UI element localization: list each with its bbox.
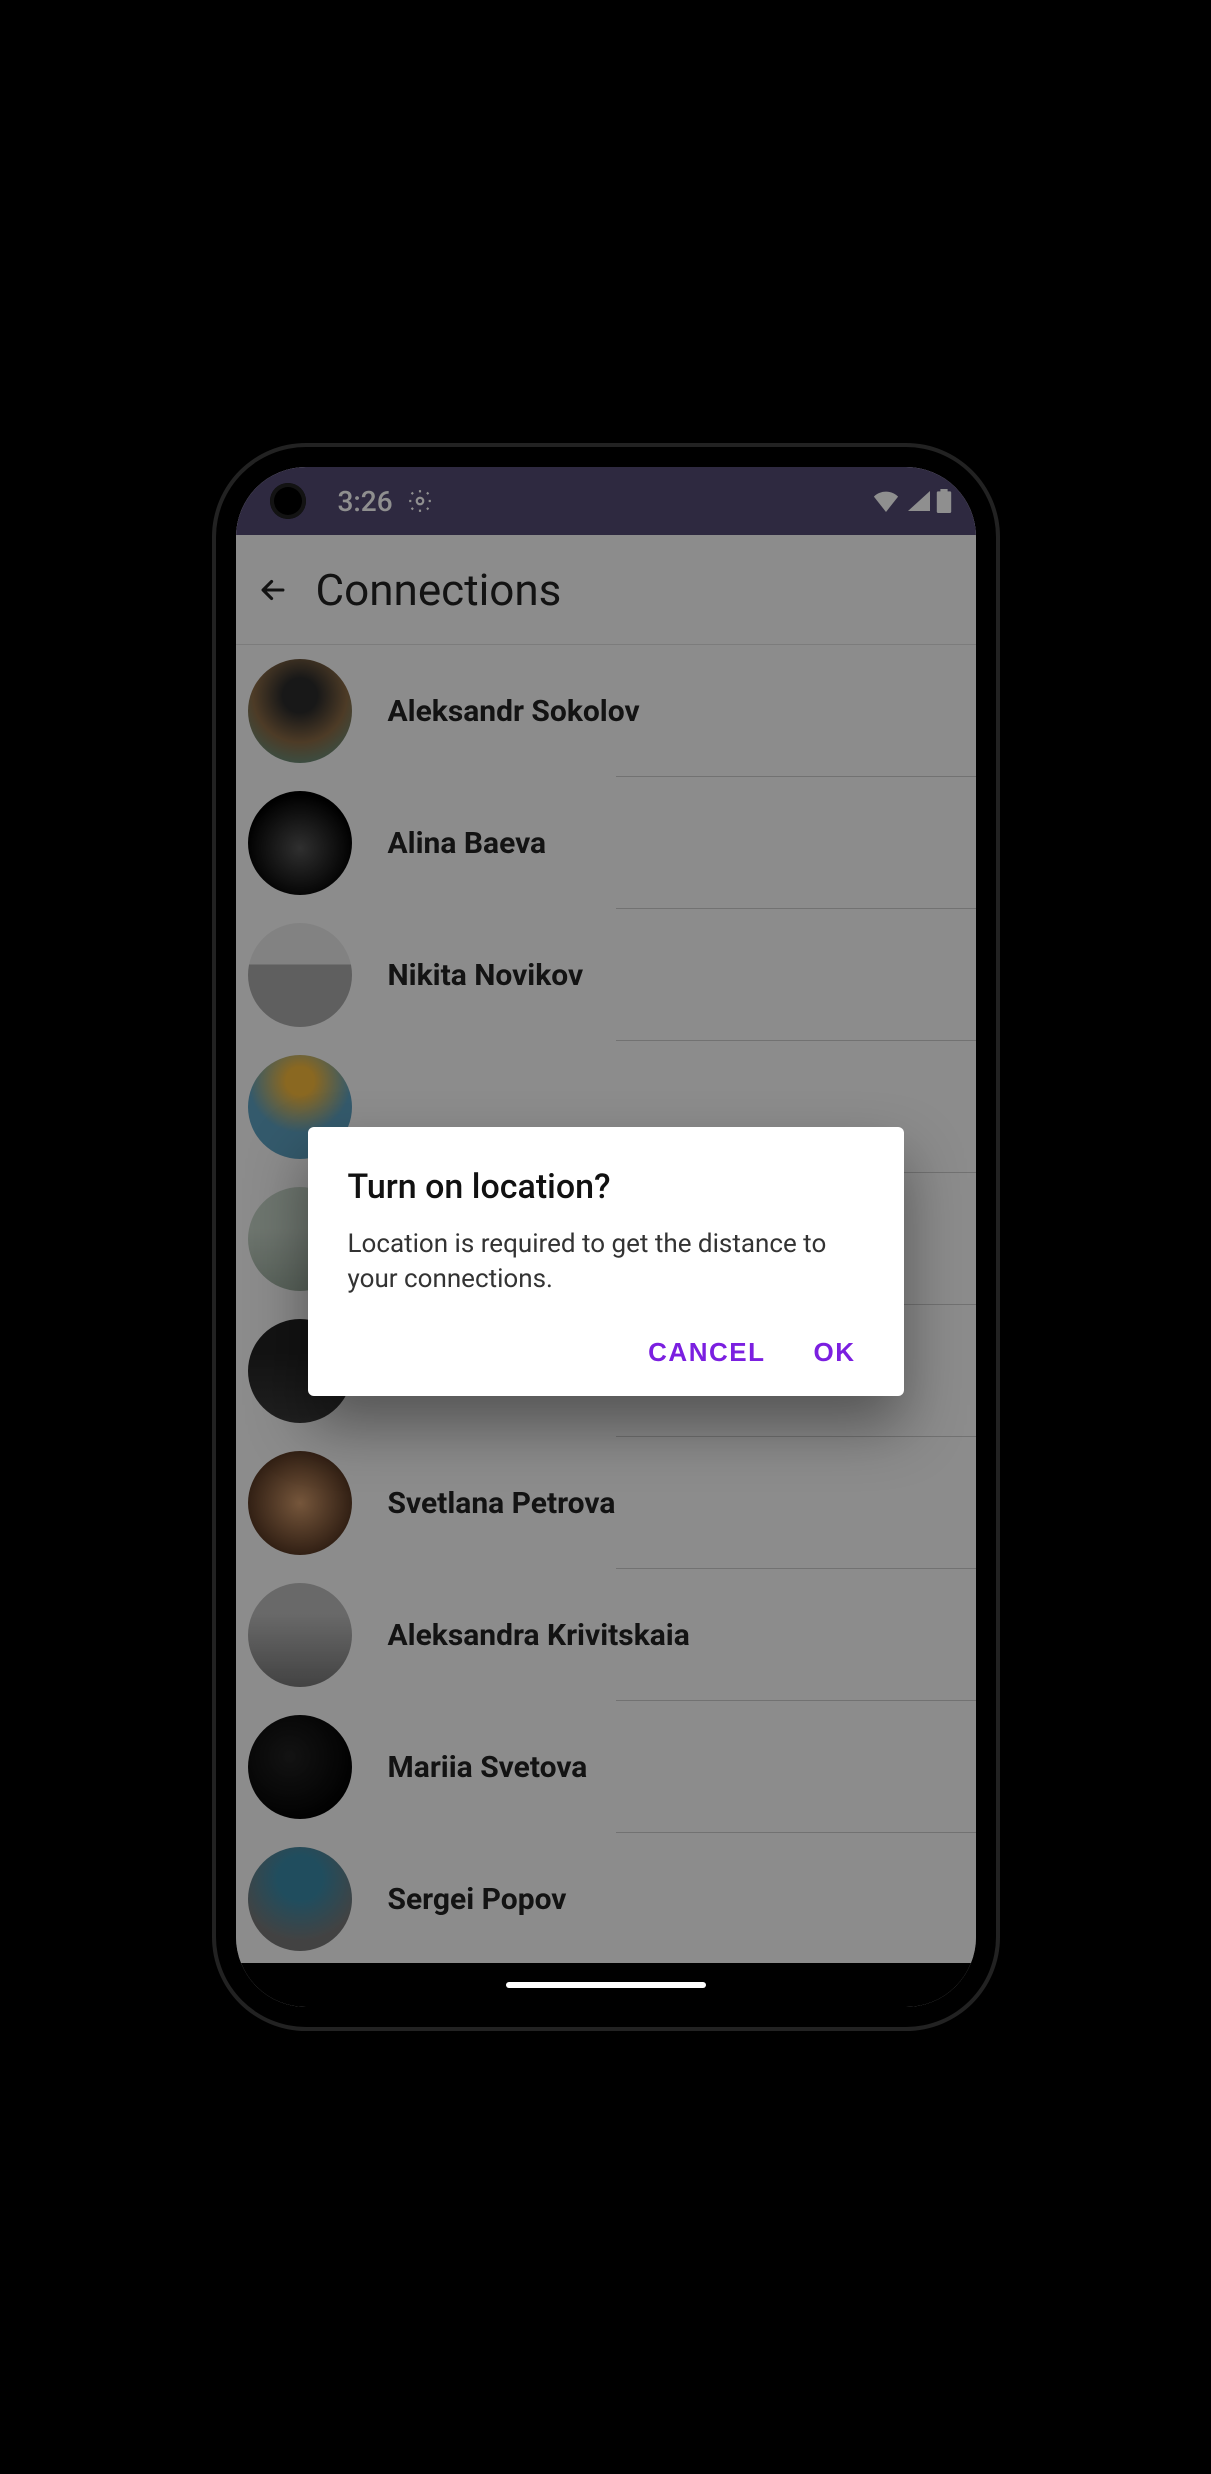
cancel-button[interactable]: CANCEL <box>648 1337 765 1368</box>
ok-button[interactable]: OK <box>814 1337 856 1368</box>
dialog-actions: CANCEL OK <box>348 1297 864 1396</box>
phone-frame: 3:26 <box>216 447 996 2027</box>
phone-inner: 3:26 <box>236 467 976 2007</box>
dialog-title: Turn on location? <box>348 1167 864 1207</box>
system-nav-bar <box>236 1963 976 2007</box>
dialog-body: Location is required to get the distance… <box>348 1227 864 1297</box>
home-indicator[interactable] <box>506 1982 706 1988</box>
screen: 3:26 <box>236 467 976 2007</box>
location-dialog: Turn on location? Location is required t… <box>308 1127 904 1396</box>
